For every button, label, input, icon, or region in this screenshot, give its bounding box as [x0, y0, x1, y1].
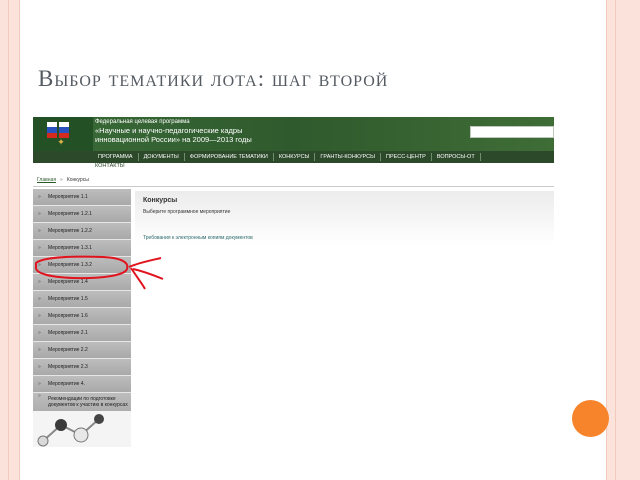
slide-right-border: [606, 0, 640, 480]
slide-left-border: [0, 0, 20, 480]
website-screenshot: ✦ Федеральная целевая программа «Научные…: [33, 117, 554, 447]
slide-title: Выбор тематики лота: шаг второй: [38, 66, 389, 91]
arrow-icon: [128, 257, 162, 268]
red-highlight-annotation: [35, 255, 164, 290]
orange-circle-decoration: [572, 400, 609, 437]
